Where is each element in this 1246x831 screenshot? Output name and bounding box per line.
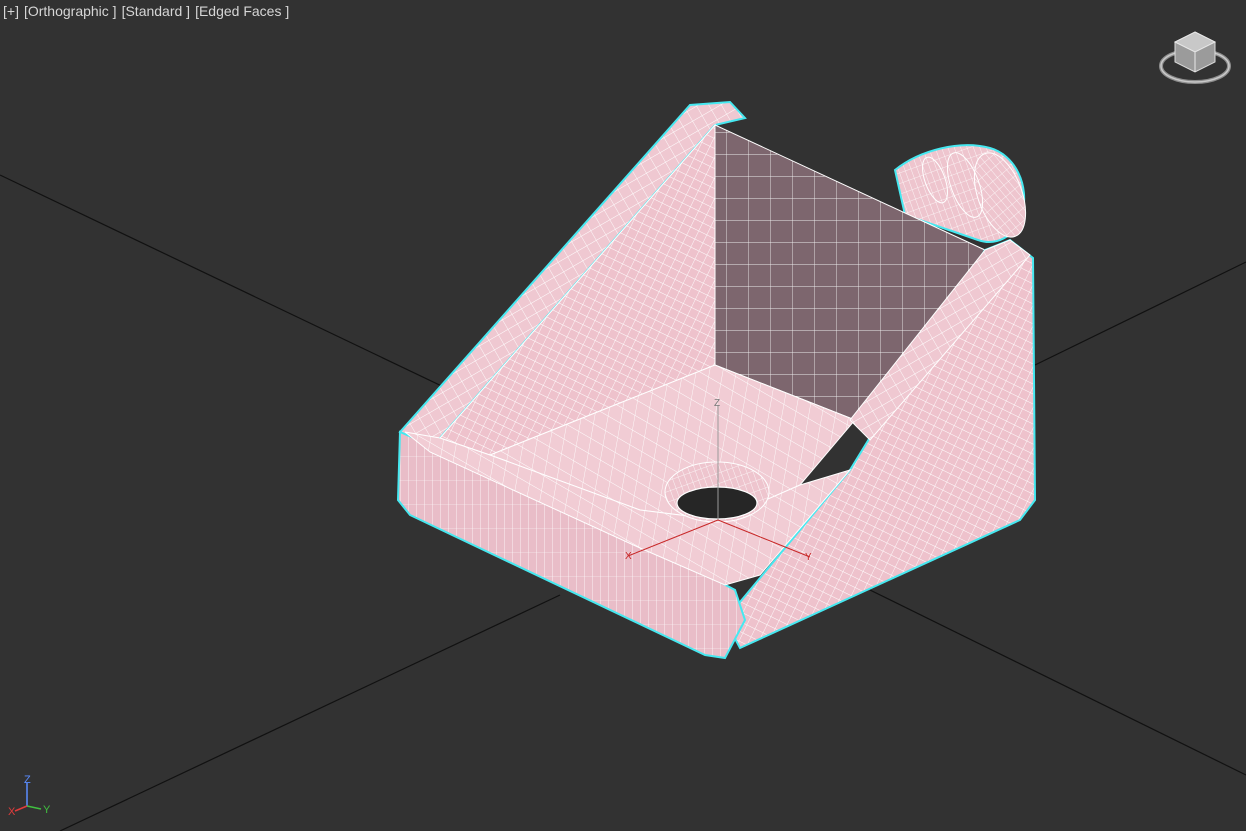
axis-triad-icon: Z Y X xyxy=(8,774,51,818)
grid-line xyxy=(0,174,451,391)
triad-z-label: Z xyxy=(24,774,31,786)
bracket-mesh-object[interactable] xyxy=(396,100,1037,660)
grid-line xyxy=(1034,261,1246,366)
viewport-label-menu: [+] [Orthographic ] [Standard ] [Edged Face… xyxy=(3,3,294,19)
view-cube-icon[interactable] xyxy=(1159,31,1231,84)
gizmo-z-label: Z xyxy=(714,398,720,409)
viewport-display-mode-menu[interactable]: [Edged Faces ] xyxy=(195,3,289,19)
perspective-viewport[interactable]: [+] [Orthographic ] [Standard ] [Edged Face… xyxy=(0,0,1246,831)
mesh-hole xyxy=(676,486,758,520)
viewport-canvas[interactable]: Z X Y Z Y X xyxy=(0,0,1246,831)
grid-line xyxy=(59,594,561,831)
viewport-shading-menu[interactable]: [Standard ] xyxy=(122,3,191,19)
gizmo-x-label: X xyxy=(625,551,632,562)
triad-y-label: Y xyxy=(43,804,51,816)
triad-x-label: X xyxy=(8,806,16,818)
viewport-general-menu[interactable]: [+] xyxy=(3,3,19,19)
viewport-point-of-view-menu[interactable]: [Orthographic ] xyxy=(24,3,117,19)
grid-line xyxy=(869,589,1246,776)
gizmo-y-label: Y xyxy=(805,552,812,563)
